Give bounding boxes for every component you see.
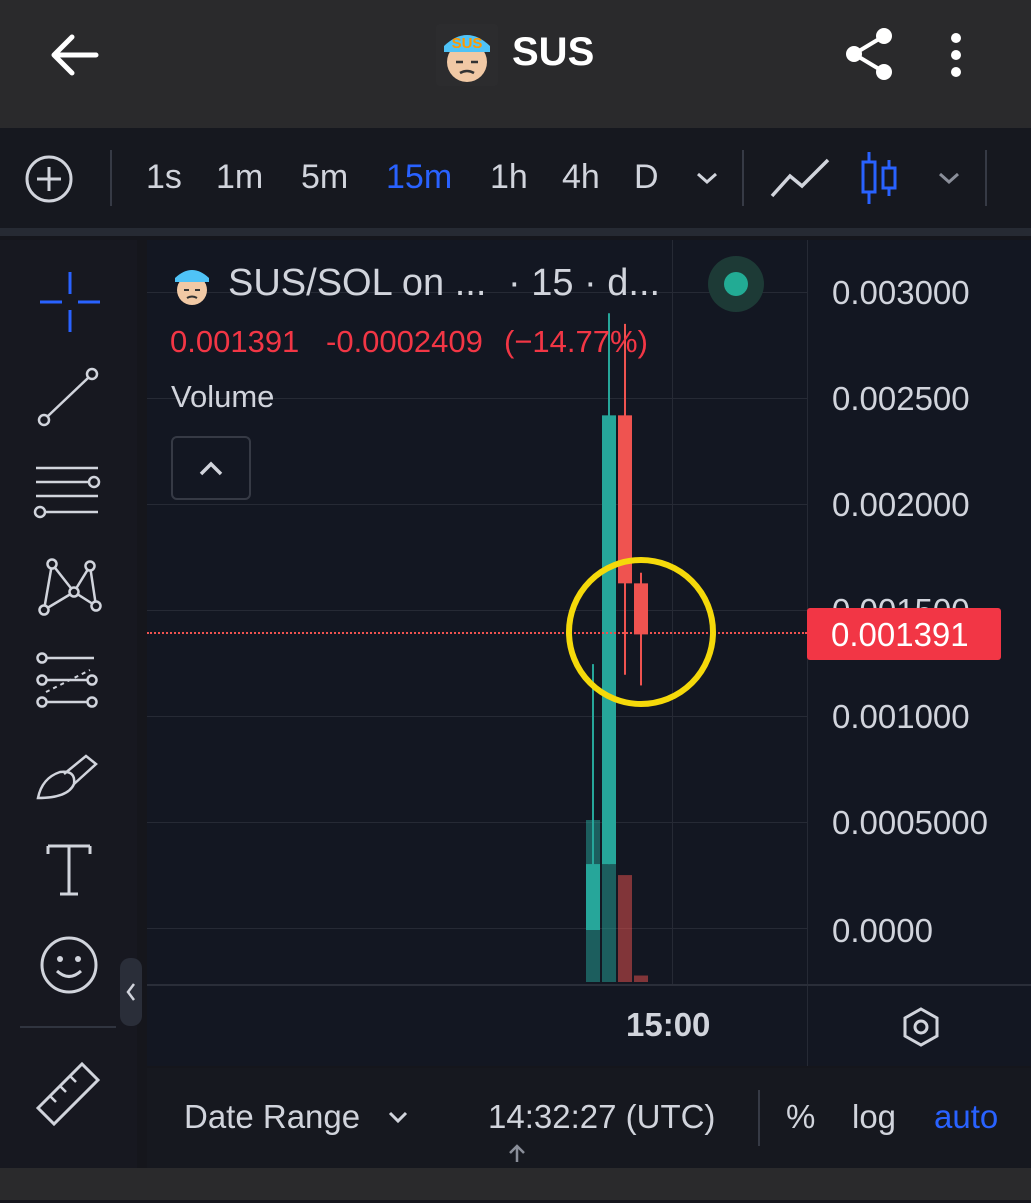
- volume-label[interactable]: Volume: [171, 379, 274, 415]
- collapse-legend-button[interactable]: [171, 436, 251, 500]
- volume-bar: [618, 875, 632, 982]
- utc-clock[interactable]: 14:32:27 (UTC): [488, 1098, 715, 1136]
- price-axis-label: 0.003000: [832, 274, 970, 311]
- price-axis-label: 0.0000: [832, 912, 933, 949]
- candle-body: [586, 864, 600, 930]
- chevron-down-icon[interactable]: [386, 1108, 410, 1126]
- system-nav-bar: [0, 1168, 1031, 1200]
- volume-bar: [634, 975, 648, 982]
- legend-change-pct: (−14.77%): [504, 324, 648, 359]
- price-axis-label: 0.002500: [832, 380, 970, 417]
- symbol-logo: [170, 262, 214, 306]
- last-price-badge-text: 0.001391: [831, 616, 969, 653]
- log-toggle[interactable]: log: [852, 1098, 896, 1136]
- percent-toggle[interactable]: %: [786, 1098, 815, 1136]
- price-axis-label: 0.001000: [832, 698, 970, 735]
- legend-price: 0.001391: [170, 324, 300, 359]
- bottom-divider: [758, 1090, 760, 1146]
- price-axis-label: 0.002000: [832, 486, 970, 523]
- highlight-circle: [566, 557, 716, 707]
- symbol-title[interactable]: SUS/SOL on ...: [228, 262, 486, 305]
- last-price-badge: 0.001391: [807, 608, 1001, 660]
- chart-settings-icon[interactable]: [900, 1006, 942, 1048]
- symbol-interval: · 15 · d...: [508, 262, 661, 304]
- date-range-button[interactable]: Date Range: [184, 1098, 360, 1136]
- chevron-up-icon: [199, 461, 223, 476]
- market-status-dot: [708, 256, 764, 312]
- time-axis-label: 15:00: [626, 1006, 711, 1043]
- price-axis-label: 0.0005000: [832, 804, 988, 841]
- auto-toggle[interactable]: auto: [934, 1098, 998, 1136]
- legend-change: -0.0002409: [326, 324, 483, 359]
